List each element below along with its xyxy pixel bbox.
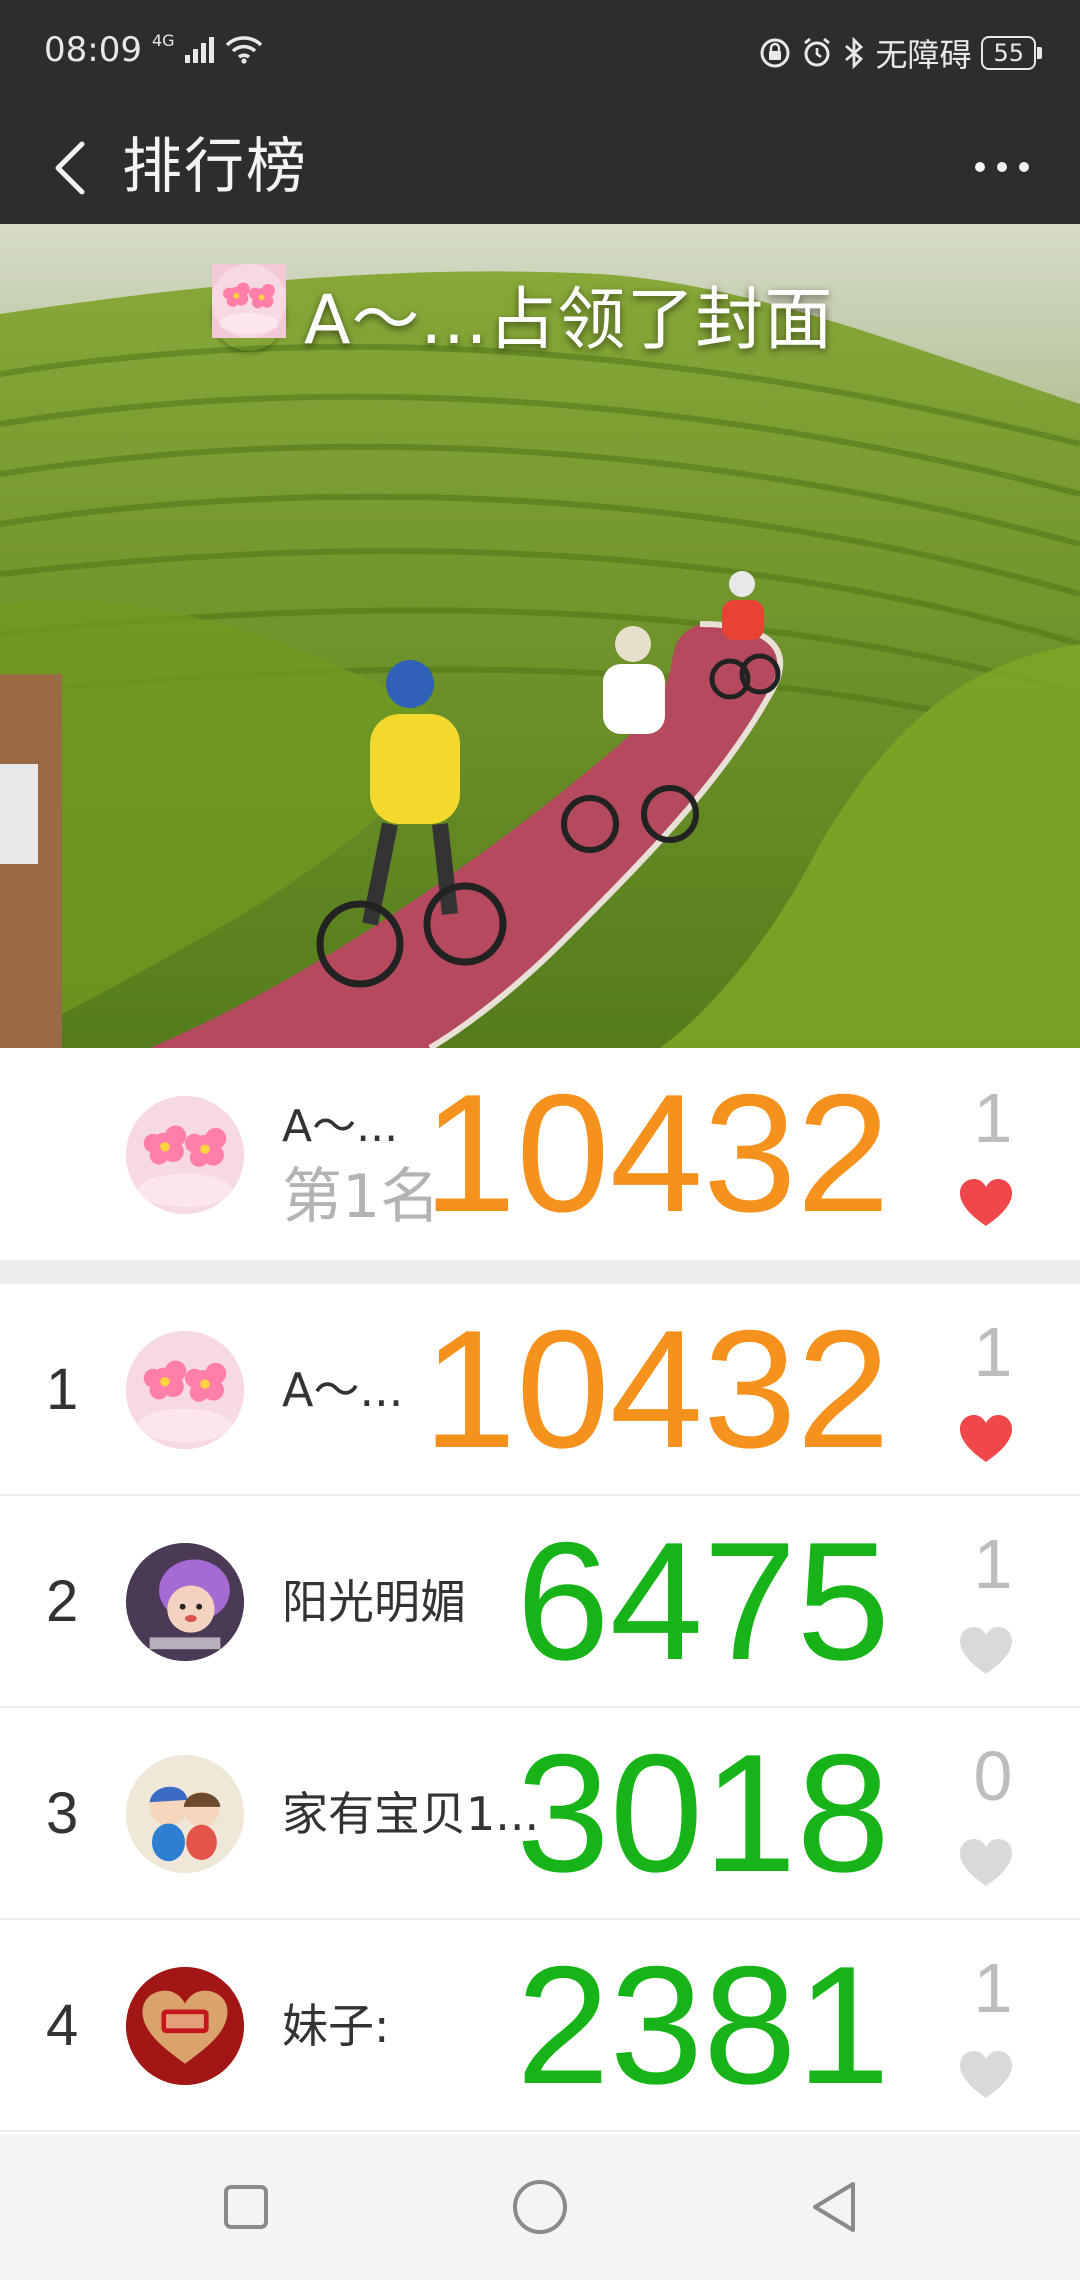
like-count: 1 (973, 1079, 1013, 1157)
heart-icon[interactable] (958, 2050, 1014, 2100)
back-nav-button[interactable] (799, 2172, 869, 2242)
status-bar: 08:09 4G 无障碍 55 (0, 0, 1080, 110)
rank-number: 3 (46, 1781, 79, 1846)
rank-number: 1 (46, 1357, 79, 1422)
ranking-row-2[interactable]: 2 阳光明媚 6475 1 (0, 1496, 1080, 1708)
system-nav-bar (0, 2134, 1080, 2280)
cover-caption: A～...占领了封面 (212, 264, 833, 363)
chevron-left-icon (55, 141, 85, 195)
ranking-row-3[interactable]: 3 家有宝贝1... 3018 0 (0, 1708, 1080, 1920)
my-step-count: 10432 (422, 1059, 890, 1247)
rank-number: 4 (46, 1993, 79, 2058)
avatar[interactable] (126, 1755, 244, 1873)
cover-caption-text: A～...占领了封面 (304, 281, 834, 360)
my-name: A～... (282, 1101, 399, 1152)
step-count: 2381 (516, 1931, 890, 2119)
heart-icon[interactable] (958, 1414, 1014, 1464)
heart-icon[interactable] (958, 1838, 1014, 1888)
status-left: 08:09 4G (44, 30, 263, 70)
triangle-back-icon (813, 2182, 855, 2232)
title-bar: 排行榜 (0, 110, 1080, 224)
avatar[interactable] (126, 1331, 244, 1449)
my-ranking-row[interactable]: A～... 第1名 10432 1 (0, 1048, 1080, 1260)
section-divider (0, 1260, 1080, 1284)
more-dots-icon (997, 162, 1007, 172)
lock-rotation-icon (760, 38, 790, 68)
user-name: A～... (282, 1363, 404, 1417)
more-dots-icon (975, 162, 985, 172)
ranking-list: 1 A～... 10432 1 2 阳光明媚 6475 1 3 家有宝贝1...… (0, 1284, 1080, 2132)
ranking-row-4[interactable]: 4 妹子: 2381 1 (0, 1920, 1080, 2132)
like-count: 1 (973, 1949, 1013, 2027)
bluetooth-icon (845, 37, 864, 69)
network-type: 4G (151, 30, 175, 50)
like-count: 1 (973, 1313, 1013, 1391)
more-button[interactable] (964, 134, 1040, 200)
back-button[interactable] (30, 128, 110, 208)
home-button[interactable] (505, 2172, 575, 2242)
avatar[interactable] (126, 1096, 244, 1214)
battery-indicator: 55 (981, 36, 1042, 70)
ranking-row-1[interactable]: 1 A～... 10432 1 (0, 1284, 1080, 1496)
status-right: 无障碍 55 (759, 30, 1042, 76)
heart-icon[interactable] (958, 1178, 1014, 1228)
wifi-icon (225, 36, 262, 64)
cover-owner-avatar (212, 264, 286, 351)
cover-image[interactable]: A～...占领了封面 (0, 224, 1080, 1048)
user-name: 阳光明媚 (282, 1575, 466, 1629)
more-dots-icon (1019, 162, 1029, 172)
square-icon (224, 2185, 268, 2229)
rank-number: 2 (46, 1569, 79, 1634)
step-count: 6475 (516, 1507, 890, 1695)
like-count: 0 (973, 1737, 1013, 1815)
step-count: 3018 (516, 1719, 890, 1907)
user-name: 家有宝贝1... (282, 1787, 540, 1841)
recent-apps-button[interactable] (211, 2172, 281, 2242)
step-count: 10432 (422, 1295, 890, 1483)
my-rank-label: 第1名 (282, 1162, 441, 1232)
avatar[interactable] (126, 1967, 244, 2085)
page-title: 排行榜 (122, 132, 308, 202)
accessibility-label: 无障碍 (875, 36, 972, 74)
user-name: 妹子: (282, 1999, 390, 2053)
alarm-icon (804, 37, 831, 67)
signal-icon (184, 37, 214, 63)
like-count: 1 (973, 1525, 1013, 1603)
heart-icon[interactable] (958, 1626, 1014, 1676)
circle-icon (513, 2180, 567, 2234)
status-time: 08:09 (44, 30, 142, 70)
avatar[interactable] (126, 1543, 244, 1661)
